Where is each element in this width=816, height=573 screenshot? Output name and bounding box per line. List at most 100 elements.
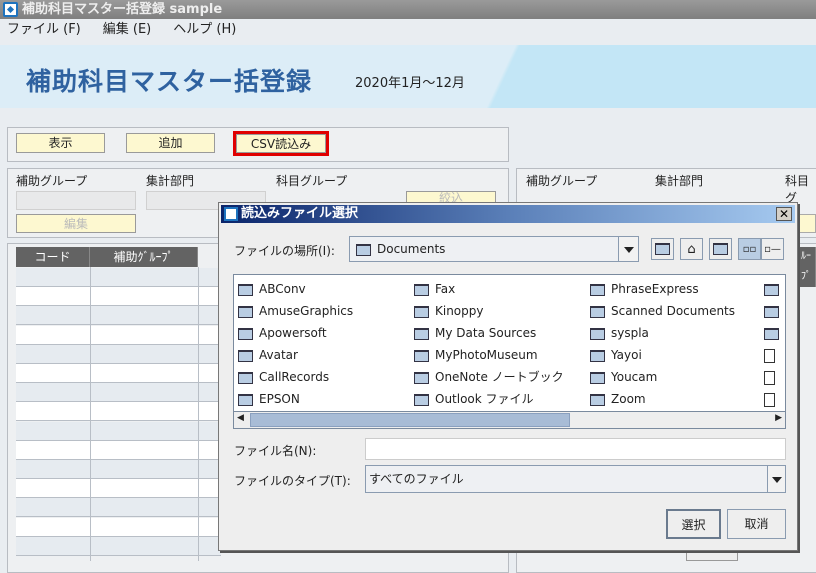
file-item[interactable]: ABConv bbox=[238, 278, 353, 300]
location-combo[interactable]: Documents bbox=[349, 236, 639, 262]
dialog-title: 読込みファイル選択 bbox=[241, 206, 359, 221]
right-col-header[interactable]: ﾙｰﾌﾟ bbox=[797, 247, 816, 287]
folder-icon bbox=[590, 371, 605, 384]
file-item[interactable]: OneNote ノートブック bbox=[414, 366, 564, 388]
file-item[interactable]: Youcam bbox=[590, 366, 735, 388]
horizontal-scrollbar[interactable]: ◀ ▶ bbox=[234, 411, 785, 428]
folder-icon bbox=[238, 371, 253, 384]
scroll-right-icon[interactable]: ▶ bbox=[775, 413, 782, 423]
file-item[interactable]: Apowersoft bbox=[238, 322, 353, 344]
table-row[interactable] bbox=[16, 517, 221, 537]
filetype-combo[interactable]: すべてのファイル bbox=[365, 465, 786, 493]
file-item[interactable]: MyPhotoMuseum bbox=[414, 344, 564, 366]
cancel-button[interactable]: 取消 bbox=[727, 509, 786, 539]
folder-icon bbox=[414, 283, 429, 296]
close-button[interactable]: ✕ bbox=[776, 207, 792, 221]
folder-icon bbox=[414, 393, 429, 406]
table-row[interactable] bbox=[16, 402, 221, 422]
file-item-label: Youcam bbox=[611, 370, 658, 384]
edit-button[interactable]: 編集 bbox=[16, 214, 136, 233]
dropdown-arrow-icon[interactable] bbox=[767, 466, 785, 492]
details-view-button[interactable]: ▫— bbox=[761, 238, 784, 260]
table-row[interactable] bbox=[16, 306, 221, 326]
file-item-label: CallRecords bbox=[259, 370, 330, 384]
table-row[interactable] bbox=[16, 440, 221, 460]
file-item[interactable]: syspla bbox=[590, 322, 735, 344]
table-row[interactable] bbox=[16, 325, 221, 345]
file-item[interactable]: My Data Sources bbox=[414, 322, 564, 344]
menu-edit[interactable]: 編集 (E) bbox=[103, 19, 152, 41]
table-row[interactable] bbox=[16, 498, 221, 518]
table-row[interactable] bbox=[16, 421, 221, 441]
filetype-label: ファイルのタイプ(T): bbox=[234, 474, 351, 488]
new-folder-icon bbox=[713, 243, 728, 255]
file-item[interactable]: Fax bbox=[414, 278, 564, 300]
file-item-label: syspla bbox=[611, 326, 649, 340]
file-item[interactable]: CallRecords bbox=[238, 366, 353, 388]
filename-input[interactable] bbox=[365, 438, 786, 460]
file-chooser-dialog: 読込みファイル選択 ✕ ファイルの場所(I): Documents ⌂ ▫▫ ▫—… bbox=[218, 202, 798, 551]
csv-import-button[interactable]: CSV読込み bbox=[236, 134, 326, 153]
table-row[interactable] bbox=[16, 364, 221, 383]
file-column: PhraseExpress Scanned Documents syspla Yayo… bbox=[590, 278, 735, 410]
list-view-button[interactable]: ▫▫ bbox=[738, 238, 761, 260]
file-item[interactable]: PhraseExpress bbox=[590, 278, 735, 300]
table-row[interactable] bbox=[16, 536, 221, 556]
file-item[interactable]: Kinoppy bbox=[414, 300, 564, 322]
file-item-label: Kinoppy bbox=[435, 304, 484, 318]
file-item[interactable]: Scanned Documents bbox=[590, 300, 735, 322]
table-row[interactable] bbox=[16, 344, 221, 364]
scroll-left-icon[interactable]: ◀ bbox=[237, 413, 244, 423]
right-dept-label: 集計部門 bbox=[655, 174, 704, 188]
table-row[interactable] bbox=[16, 479, 221, 499]
right-sub-group-label: 補助グループ bbox=[526, 174, 598, 188]
scroll-thumb[interactable] bbox=[250, 413, 570, 427]
add-button[interactable]: 追加 bbox=[126, 133, 215, 153]
table-row[interactable] bbox=[16, 460, 221, 479]
table-row[interactable] bbox=[16, 287, 221, 307]
file-item-label: My Data Sources bbox=[435, 326, 537, 340]
sub-group-field[interactable] bbox=[16, 191, 136, 210]
col-header-sub-group[interactable]: 補助ｸﾞﾙｰﾌﾟ bbox=[90, 247, 198, 267]
file-item-label: Avatar bbox=[259, 348, 298, 362]
folder-icon bbox=[764, 327, 779, 340]
file-item-label: Outlook ファイル bbox=[435, 392, 534, 406]
file-item[interactable]: EPSON bbox=[238, 388, 353, 410]
folder-icon bbox=[764, 283, 779, 296]
dropdown-arrow-icon[interactable] bbox=[618, 237, 638, 261]
file-list[interactable]: ABConv AmuseGraphics Apowersoft Avatar CallR… bbox=[233, 274, 786, 429]
up-folder-icon bbox=[655, 243, 670, 255]
right-yellow-button[interactable] bbox=[797, 214, 816, 233]
folder-icon bbox=[414, 327, 429, 340]
col-header-code[interactable]: コード bbox=[16, 247, 90, 267]
folder-icon bbox=[590, 349, 605, 362]
file-item[interactable]: AmuseGraphics bbox=[238, 300, 353, 322]
file-item-label: Scanned Documents bbox=[611, 304, 736, 318]
file-item-label: AmuseGraphics bbox=[259, 304, 354, 318]
select-button[interactable]: 選択 bbox=[666, 509, 721, 539]
right-account-group-label: 科目グ bbox=[785, 174, 810, 205]
file-icon bbox=[764, 348, 775, 363]
file-item[interactable]: Zoom bbox=[590, 388, 735, 410]
menu-help[interactable]: ヘルプ (H) bbox=[173, 19, 236, 41]
folder-icon bbox=[414, 305, 429, 318]
menu-file[interactable]: ファイル (F) bbox=[7, 19, 81, 41]
new-folder-button[interactable] bbox=[709, 238, 732, 260]
table-row[interactable] bbox=[16, 383, 221, 403]
up-folder-button[interactable] bbox=[651, 238, 674, 260]
file-item[interactable]: Avatar bbox=[238, 344, 353, 366]
folder-icon bbox=[238, 393, 253, 406]
folder-icon bbox=[238, 283, 253, 296]
col-divider bbox=[198, 267, 199, 561]
file-icon bbox=[764, 392, 775, 407]
table-row[interactable] bbox=[16, 268, 221, 287]
home-button[interactable]: ⌂ bbox=[680, 238, 703, 260]
filetype-value: すべてのファイル bbox=[369, 472, 464, 486]
window-titlebar: 補助科目マスター括登録 sample bbox=[0, 0, 816, 19]
period-label: 2020年1月〜12月 bbox=[355, 76, 465, 91]
file-item[interactable]: Outlook ファイル bbox=[414, 388, 564, 410]
folder-icon bbox=[764, 305, 779, 318]
show-button[interactable]: 表示 bbox=[16, 133, 105, 153]
file-column: ABConv AmuseGraphics Apowersoft Avatar CallR… bbox=[238, 278, 353, 410]
file-item[interactable]: Yayoi bbox=[590, 344, 735, 366]
